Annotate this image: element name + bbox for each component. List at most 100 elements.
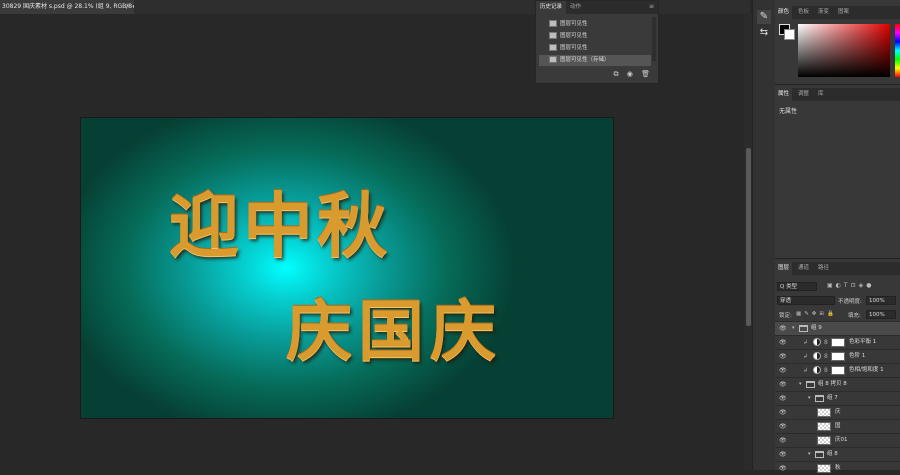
layer-name[interactable]: 秋 [835, 462, 841, 475]
opacity-label: 不透明度: [838, 299, 862, 305]
brush-icon[interactable]: ✎ [757, 10, 771, 24]
layer-row[interactable]: 👁 ↲ 8 色相/饱和度 1 [775, 363, 900, 377]
visibility-eye-icon[interactable]: 👁 [779, 434, 787, 447]
tab-channels[interactable]: 通道 [795, 262, 812, 275]
document-icon [549, 20, 557, 27]
tab-history[interactable]: 历史记录 [536, 1, 567, 14]
visibility-eye-icon[interactable]: 👁 [779, 462, 787, 475]
visibility-eye-icon[interactable]: 👁 [779, 350, 787, 363]
visibility-eye-icon[interactable]: 👁 [779, 448, 787, 461]
layer-name[interactable]: 组 7 [827, 392, 838, 405]
layer-name[interactable]: 国 [835, 420, 841, 433]
visibility-eye-icon[interactable]: 👁 [779, 392, 787, 405]
layer-row[interactable]: 👁 ↲ 8 色彩平衡 1 [775, 335, 900, 349]
layer-row[interactable]: 👁 ▾ 组 9 [775, 321, 900, 335]
panel-menu-icon[interactable]: ≡ [649, 3, 654, 10]
history-item[interactable]: 图层可见性 [539, 43, 651, 54]
chain-link-icon: 8 [824, 367, 828, 374]
layer-filter-icons[interactable]: ▣◐T⊡◈● [827, 282, 874, 289]
history-panel-header: 历史记录 动作 ≡ [536, 1, 658, 14]
opacity-input[interactable]: 100% [866, 296, 896, 305]
tab-actions[interactable]: 动作 [566, 1, 585, 14]
new-snapshot-icon[interactable]: ⧉ [614, 70, 619, 78]
mask-thumbnail[interactable] [831, 338, 845, 347]
expand-arrow-icon[interactable]: ▾ [808, 448, 811, 461]
visibility-eye-icon[interactable]: 👁 [779, 336, 787, 349]
tab-paths[interactable]: 路径 [815, 262, 832, 275]
history-panel: 历史记录 动作 ≡ 图层可见性 图层可见性 图层可见性 图层可见性（存储） ⧉ … [535, 0, 659, 84]
visibility-eye-icon[interactable]: 👁 [779, 406, 787, 419]
layer-row[interactable]: 👁 庆01 [775, 433, 900, 447]
layer-row[interactable]: 👁 国 [775, 419, 900, 433]
tab-layers[interactable]: 图层 [775, 262, 793, 275]
art-text-line-1: 迎中秋 [169, 185, 391, 267]
visibility-eye-icon[interactable]: 👁 [779, 364, 787, 377]
layer-name[interactable]: 色彩平衡 1 [849, 336, 876, 349]
folder-icon [799, 325, 808, 332]
history-scrollbar[interactable] [652, 17, 656, 61]
folder-icon [815, 395, 824, 402]
visibility-eye-icon[interactable]: 👁 [779, 378, 787, 391]
layer-thumbnail[interactable] [817, 464, 831, 473]
visibility-eye-icon[interactable]: 👁 [779, 420, 787, 433]
art-text-line-2: 庆国庆 [286, 293, 502, 370]
history-item-selected[interactable]: 图层可见性（存储） [539, 55, 651, 66]
adjustment-icon [813, 366, 821, 374]
properties-panel-header: 属性 调整 库 [775, 88, 900, 101]
layer-thumbnail[interactable] [817, 436, 831, 445]
divider [775, 258, 900, 259]
folder-icon [815, 451, 824, 458]
close-tab-icon[interactable]: × [125, 0, 130, 14]
lock-label: 锁定: [779, 313, 792, 319]
layer-name[interactable]: 色阶 1 [849, 350, 865, 363]
tab-libraries[interactable]: 库 [815, 88, 827, 101]
background-color-swatch[interactable] [784, 29, 795, 40]
layer-thumbnail[interactable] [817, 408, 831, 417]
layer-row[interactable]: 👁 ↲ 8 色阶 1 [775, 349, 900, 363]
mask-thumbnail[interactable] [831, 352, 845, 361]
layer-row[interactable]: 👁 庆 [775, 405, 900, 419]
expand-arrow-icon[interactable]: ▾ [799, 378, 802, 391]
layer-name[interactable]: 庆01 [835, 434, 848, 447]
color-panel-header: 颜色 色板 渐变 图案 [775, 6, 900, 19]
document-tab[interactable]: 30829 国庆素材 s.psd @ 28.1% (组 9, RGB/8#) *… [0, 0, 144, 14]
layer-name[interactable]: 组 8 拷贝 8 [818, 378, 847, 391]
scrollbar-thumb[interactable] [746, 148, 751, 326]
layer-row[interactable]: 👁 ▾ 组 8 拷贝 8 [775, 377, 900, 391]
lock-icons[interactable]: ▦✎✥⊞🔒 [796, 311, 837, 317]
fill-input[interactable]: 100% [866, 310, 896, 319]
tab-gradients[interactable]: 渐变 [815, 6, 832, 19]
layer-row[interactable]: 👁 ▾ 组 7 [775, 391, 900, 405]
layer-thumbnail[interactable] [817, 422, 831, 431]
trash-icon[interactable]: 🗑 [641, 70, 650, 78]
blend-mode-select[interactable]: 穿透 [777, 296, 835, 305]
expand-arrow-icon[interactable]: ▾ [792, 322, 795, 335]
document-tab-title: 30829 国庆素材 s.psd @ 28.1% (组 9, RGB/8#) * [2, 3, 145, 10]
tab-properties[interactable]: 属性 [775, 88, 793, 101]
layer-row[interactable]: 👁 ▾ 组 8 [775, 447, 900, 461]
expand-arrow-icon[interactable]: ▾ [808, 392, 811, 405]
document-canvas[interactable]: 迎中秋 庆国庆 [81, 118, 613, 418]
layer-filter-select[interactable]: Q 类型 [777, 282, 817, 291]
fill-label: 填充: [848, 313, 861, 319]
hue-slider[interactable] [895, 24, 900, 77]
tab-adjustments[interactable]: 调整 [795, 88, 812, 101]
visibility-eye-icon[interactable]: 👁 [779, 322, 787, 335]
color-picker-field[interactable] [798, 24, 890, 77]
folder-icon [806, 381, 815, 388]
mask-thumbnail[interactable] [831, 366, 845, 375]
tab-patterns[interactable]: 图案 [835, 6, 852, 19]
camera-icon[interactable]: ◉ [627, 70, 633, 78]
tab-color[interactable]: 颜色 [775, 6, 793, 19]
layer-name[interactable]: 庆 [835, 406, 841, 419]
adjust-icon[interactable]: ⇆ [757, 26, 771, 40]
layer-name[interactable]: 色相/饱和度 1 [849, 364, 884, 377]
history-item[interactable]: 图层可见性 [539, 31, 651, 42]
no-properties-text: 无属性 [779, 108, 798, 115]
tab-swatches[interactable]: 色板 [795, 6, 812, 19]
layer-name[interactable]: 组 8 [827, 448, 838, 461]
history-item[interactable]: 图层可见性 [539, 19, 651, 30]
layer-name[interactable]: 组 9 [811, 322, 822, 335]
clip-icon: ↲ [803, 353, 809, 360]
layer-row[interactable]: 👁 秋 [775, 461, 900, 473]
